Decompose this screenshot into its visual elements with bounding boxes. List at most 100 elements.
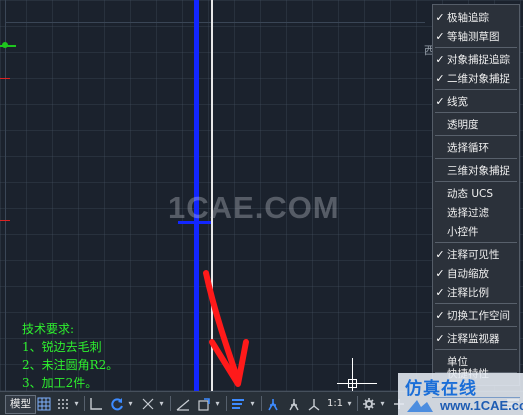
- polar-dropdown[interactable]: ▾: [126, 395, 135, 412]
- menu-item-object-snap-tracking[interactable]: ✓ 对象捕捉追踪: [433, 49, 519, 70]
- frame-border-top: [5, 22, 425, 23]
- menu-item-label: 线宽: [447, 96, 468, 108]
- menu-item-polar-tracking[interactable]: ✓ 极轴追踪: [433, 7, 519, 28]
- menu-item-label: 小控件: [447, 226, 479, 238]
- menu-item-label: 三维对象捕捉: [447, 165, 510, 177]
- menu-item-label: 选择循环: [447, 142, 489, 154]
- grid-icon: [37, 397, 51, 410]
- crosshair-cursor-dot: [2, 42, 8, 48]
- menu-separator: [435, 242, 517, 243]
- menu-item-2d-object-snap[interactable]: ✓ 二维对象捕捉: [433, 68, 519, 89]
- lineweight-button[interactable]: [230, 395, 246, 412]
- isodraft-dropdown[interactable]: ▾: [157, 395, 166, 412]
- check-icon: ✓: [435, 286, 445, 299]
- check-icon: ✓: [435, 95, 445, 108]
- site-logo-icon: [407, 400, 433, 412]
- object-snap-tracking-button[interactable]: [175, 395, 191, 412]
- check-icon: ✓: [435, 248, 445, 261]
- check-icon: ✓: [435, 332, 445, 345]
- frame-border-left: [5, 0, 6, 392]
- annotation-visibility-button[interactable]: [265, 395, 281, 412]
- snap-grid-icon: [58, 398, 68, 409]
- ortho-button[interactable]: [88, 395, 104, 412]
- object-snap-dropdown[interactable]: ▾: [213, 395, 222, 412]
- grid-button[interactable]: [36, 395, 52, 412]
- watermark-text: 1CAE.COM: [168, 190, 340, 225]
- menu-item-label: 二维对象捕捉: [447, 73, 510, 85]
- annotation-auto-icon: [289, 398, 299, 410]
- workspace-dropdown[interactable]: ▾: [378, 395, 387, 412]
- polar-tracking-icon: [111, 397, 123, 410]
- menu-item-dynamic-ucs[interactable]: 动态 UCS: [433, 183, 519, 204]
- polar-button[interactable]: [109, 395, 125, 412]
- gear-icon: [363, 397, 375, 410]
- note-line: 技术要求:: [22, 322, 75, 336]
- annotation-scale-button[interactable]: [306, 395, 322, 412]
- menu-separator: [435, 135, 517, 136]
- menu-item-auto-scale[interactable]: ✓ 自动缩放: [433, 263, 519, 284]
- menu-separator: [435, 181, 517, 182]
- menu-item-isometric-drafting[interactable]: ✓ 等轴测草图: [433, 26, 519, 47]
- menu-item-switch-workspace[interactable]: ✓ 切换工作空间: [433, 305, 519, 326]
- menu-item-gizmo[interactable]: 小控件: [433, 221, 519, 242]
- menu-item-3d-object-snap[interactable]: 三维对象捕捉: [433, 160, 519, 181]
- menu-item-lineweight[interactable]: ✓ 线宽: [433, 91, 519, 112]
- menu-item-label: 透明度: [447, 119, 479, 131]
- object-snap-button[interactable]: [196, 395, 212, 412]
- menu-item-label: 注释比例: [447, 287, 489, 299]
- angle-icon: [176, 399, 190, 411]
- menu-item-annotation-visibility[interactable]: ✓ 注释可见性: [433, 244, 519, 265]
- check-icon: ✓: [435, 53, 445, 66]
- divider: [357, 396, 358, 411]
- divider: [84, 396, 85, 411]
- model-tab[interactable]: 模型: [5, 395, 36, 414]
- note-line: 2、未注圆角R2。: [22, 358, 119, 372]
- menu-item-label: 注释可见性: [447, 249, 500, 261]
- menu-item-selection-filter[interactable]: 选择过滤: [433, 202, 519, 223]
- divider: [170, 396, 171, 411]
- isodraft-button[interactable]: [140, 395, 156, 412]
- annotation-scale-dropdown[interactable]: ▾: [345, 395, 354, 412]
- edge-marker: [0, 220, 10, 221]
- snap-button[interactable]: [55, 395, 71, 412]
- menu-separator: [435, 47, 517, 48]
- isometric-icon: [142, 398, 154, 409]
- check-icon: ✓: [435, 11, 445, 24]
- menu-separator: [435, 112, 517, 113]
- menu-item-label: 对象捕捉追踪: [447, 54, 510, 66]
- menu-item-label: 极轴追踪: [447, 12, 489, 24]
- status-bar-customization-menu: ✓ 极轴追踪 ✓ 等轴测草图 ✓ 对象捕捉追踪 ✓ 二维对象捕捉 ✓ 线宽 透明度 选择循…: [432, 4, 520, 386]
- menu-item-label: 动态 UCS: [447, 188, 494, 200]
- menu-separator: [435, 158, 517, 159]
- lineweight-icon: [232, 398, 244, 409]
- annotation-scale-value[interactable]: 1:1: [326, 395, 344, 412]
- menu-separator: [435, 89, 517, 90]
- menu-item-selection-cycling[interactable]: 选择循环: [433, 137, 519, 158]
- ucs-icon-origin: [348, 379, 357, 388]
- check-icon: ✓: [435, 72, 445, 85]
- annotation-scale-icon: [308, 398, 320, 411]
- ucs-icon-x-axis: [337, 383, 377, 384]
- annotation-person-icon: [268, 398, 278, 410]
- object-snap-icon: [198, 397, 210, 411]
- menu-item-label: 等轴测草图: [447, 31, 500, 43]
- technical-requirements-note[interactable]: 技术要求: 1、锐边去毛刺 2、未注圆角R2。 3、加工2件。: [22, 320, 118, 392]
- check-icon: ✓: [435, 309, 445, 322]
- menu-item-annotation-monitor[interactable]: ✓ 注释监视器: [433, 328, 519, 349]
- workspace-button[interactable]: [361, 395, 377, 412]
- menu-item-label: 切换工作空间: [447, 310, 510, 322]
- edge-marker: [0, 78, 10, 79]
- snap-dropdown[interactable]: ▾: [72, 395, 81, 412]
- menu-separator: [435, 326, 517, 327]
- menu-separator: [435, 349, 517, 350]
- divider: [226, 396, 227, 411]
- lineweight-dropdown[interactable]: ▾: [248, 395, 257, 412]
- menu-item-label: 选择过滤: [447, 207, 489, 219]
- site-logo-url: www.1CAE.com: [440, 398, 523, 413]
- menu-item-transparency[interactable]: 透明度: [433, 114, 519, 135]
- site-logo-text: 仿真在线: [405, 379, 477, 399]
- auto-scale-button[interactable]: [286, 395, 302, 412]
- divider: [261, 396, 262, 411]
- menu-item-label: 注释监视器: [447, 333, 500, 345]
- menu-item-annotation-scale[interactable]: ✓ 注释比例: [433, 282, 519, 303]
